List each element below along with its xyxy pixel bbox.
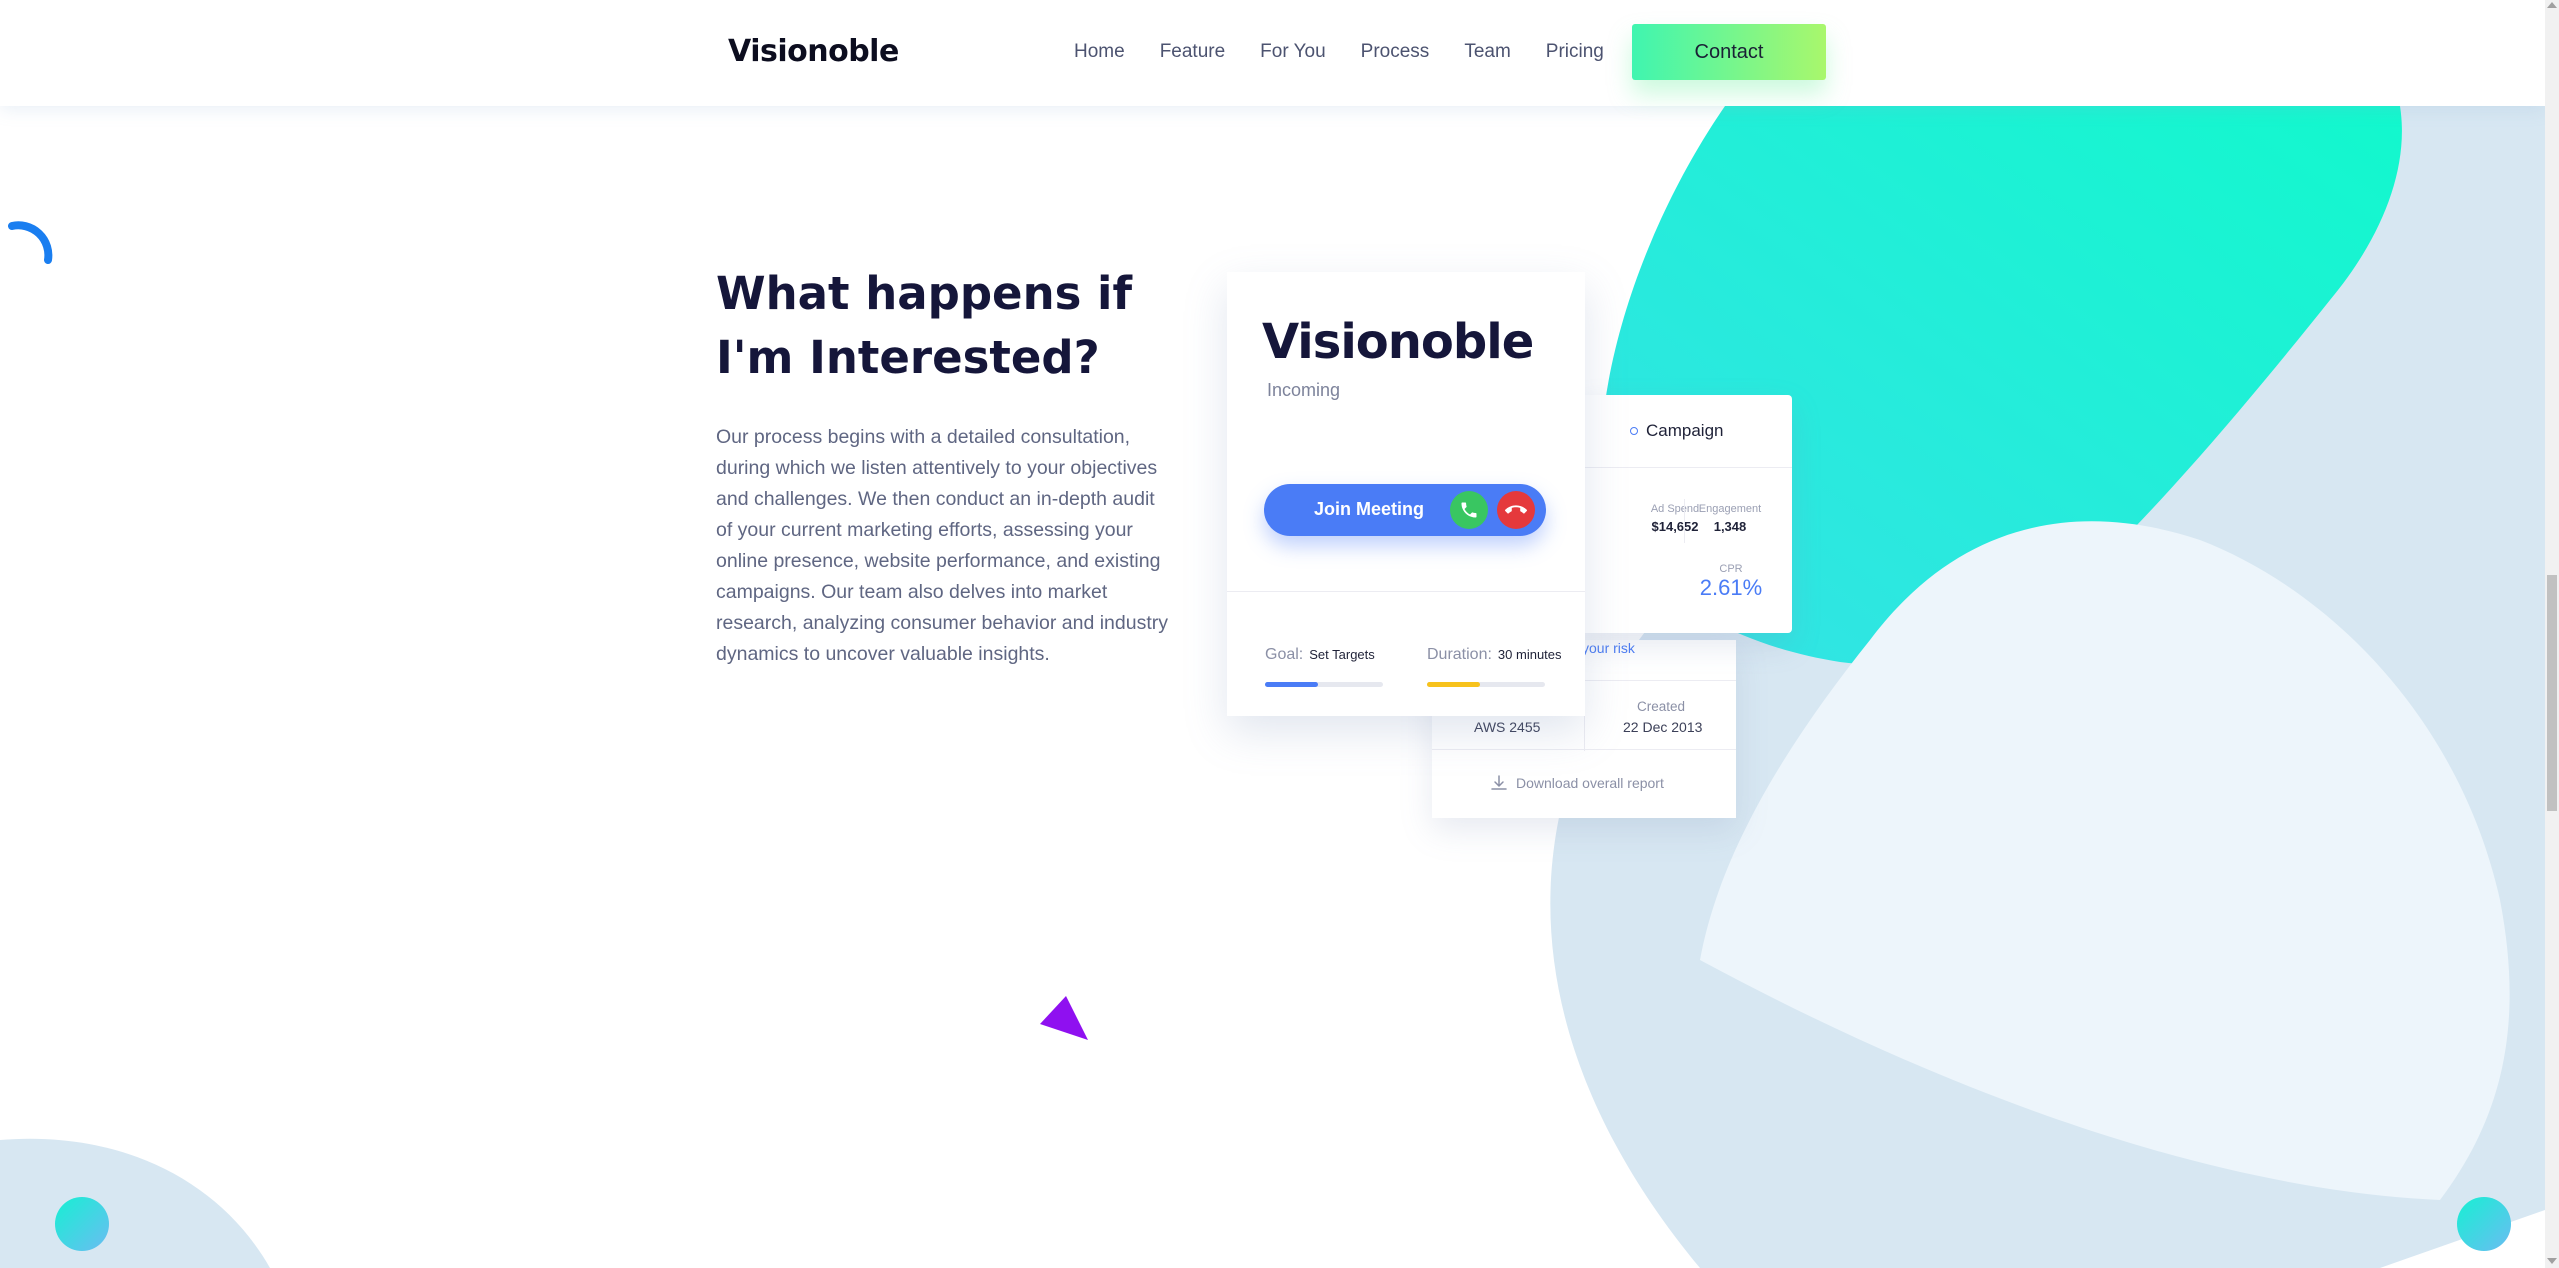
- nav-team[interactable]: Team: [1464, 41, 1510, 63]
- duration-value: 30 minutes: [1497, 647, 1562, 662]
- risk-link[interactable]: your risk: [1582, 640, 1635, 656]
- join-meeting-bar: Join Meeting: [1264, 484, 1546, 536]
- join-meeting-button[interactable]: Join Meeting: [1314, 499, 1424, 520]
- download-label: Download overall report: [1516, 775, 1664, 791]
- goal-value: Set Targets: [1309, 647, 1375, 662]
- goal-meta: Goal: Set Targets: [1265, 646, 1375, 664]
- duration-meta: Duration: 30 minutes: [1427, 646, 1562, 664]
- nav-home[interactable]: Home: [1074, 41, 1125, 63]
- goal-progress-fill: [1265, 682, 1319, 687]
- campaign-title: Campaign: [1630, 421, 1724, 441]
- site-header: Visionoble Home Feature For You Process …: [0, 0, 2545, 106]
- download-icon: [1491, 775, 1507, 790]
- created-value: 22 Dec 2013: [1623, 719, 1703, 735]
- nav-pricing[interactable]: Pricing: [1546, 41, 1604, 63]
- scrollbar-thumb[interactable]: [2547, 575, 2557, 811]
- campaign-divider: [1578, 467, 1792, 468]
- decline-call-button[interactable]: [1497, 491, 1535, 529]
- triangle-decoration-icon: [1040, 996, 1088, 1040]
- scroll-up-arrow-icon[interactable]: [2547, 2, 2557, 8]
- campaign-dot-icon: [1630, 427, 1638, 435]
- goal-label: Goal:: [1265, 646, 1304, 663]
- nav-feature[interactable]: Feature: [1160, 41, 1225, 63]
- section-heading: What happens if I'm Interested?: [716, 267, 1133, 384]
- meeting-status: Incoming: [1267, 380, 1341, 400]
- report-id-value: AWS 2455: [1474, 719, 1541, 735]
- arc-decoration-icon: [8, 221, 53, 264]
- campaign-card: Campaign Ad Spend $14,652 Engagement 1,3…: [1578, 395, 1792, 633]
- stat-divider: [1684, 499, 1685, 543]
- meeting-card: Visionoble Incoming Join Meeting Goal: Se…: [1227, 272, 1585, 716]
- bg-blob-bottom-left: [0, 1138, 270, 1268]
- scroll-down-arrow-icon[interactable]: [2547, 1258, 2557, 1264]
- phone-accept-icon: [1461, 502, 1477, 518]
- download-report-button[interactable]: Download overall report: [1490, 774, 1664, 792]
- accept-call-button[interactable]: [1450, 491, 1488, 529]
- engagement-value: 1,348: [1713, 519, 1747, 534]
- duration-label: Duration:: [1427, 646, 1492, 663]
- section-paragraph: Our process begins with a detailed consu…: [716, 426, 1168, 665]
- cpr-value: 2.61%: [1699, 575, 1763, 600]
- contact-button[interactable]: Contact: [1632, 24, 1826, 80]
- cpr-label: CPR: [1719, 563, 1743, 575]
- duration-progress-fill: [1427, 682, 1481, 687]
- campaign-title-text: Campaign: [1646, 421, 1724, 440]
- meeting-card-title: Visionoble: [1262, 314, 1534, 370]
- nav-process[interactable]: Process: [1361, 41, 1430, 63]
- created-label: Created: [1637, 699, 1686, 714]
- engagement-label: Engagement: [1698, 503, 1762, 515]
- duration-progress-track: [1427, 682, 1545, 687]
- meeting-card-divider: [1227, 591, 1585, 592]
- logo[interactable]: Visionoble: [728, 34, 899, 69]
- phone-decline-icon: [1505, 505, 1527, 514]
- goal-progress-track: [1265, 682, 1383, 687]
- nav-for-you[interactable]: For You: [1260, 41, 1326, 63]
- main-nav: Home Feature For You Process Team Pricin…: [1074, 0, 1639, 104]
- orb-left-decoration: [55, 1197, 109, 1251]
- orb-right-decoration: [2457, 1197, 2511, 1251]
